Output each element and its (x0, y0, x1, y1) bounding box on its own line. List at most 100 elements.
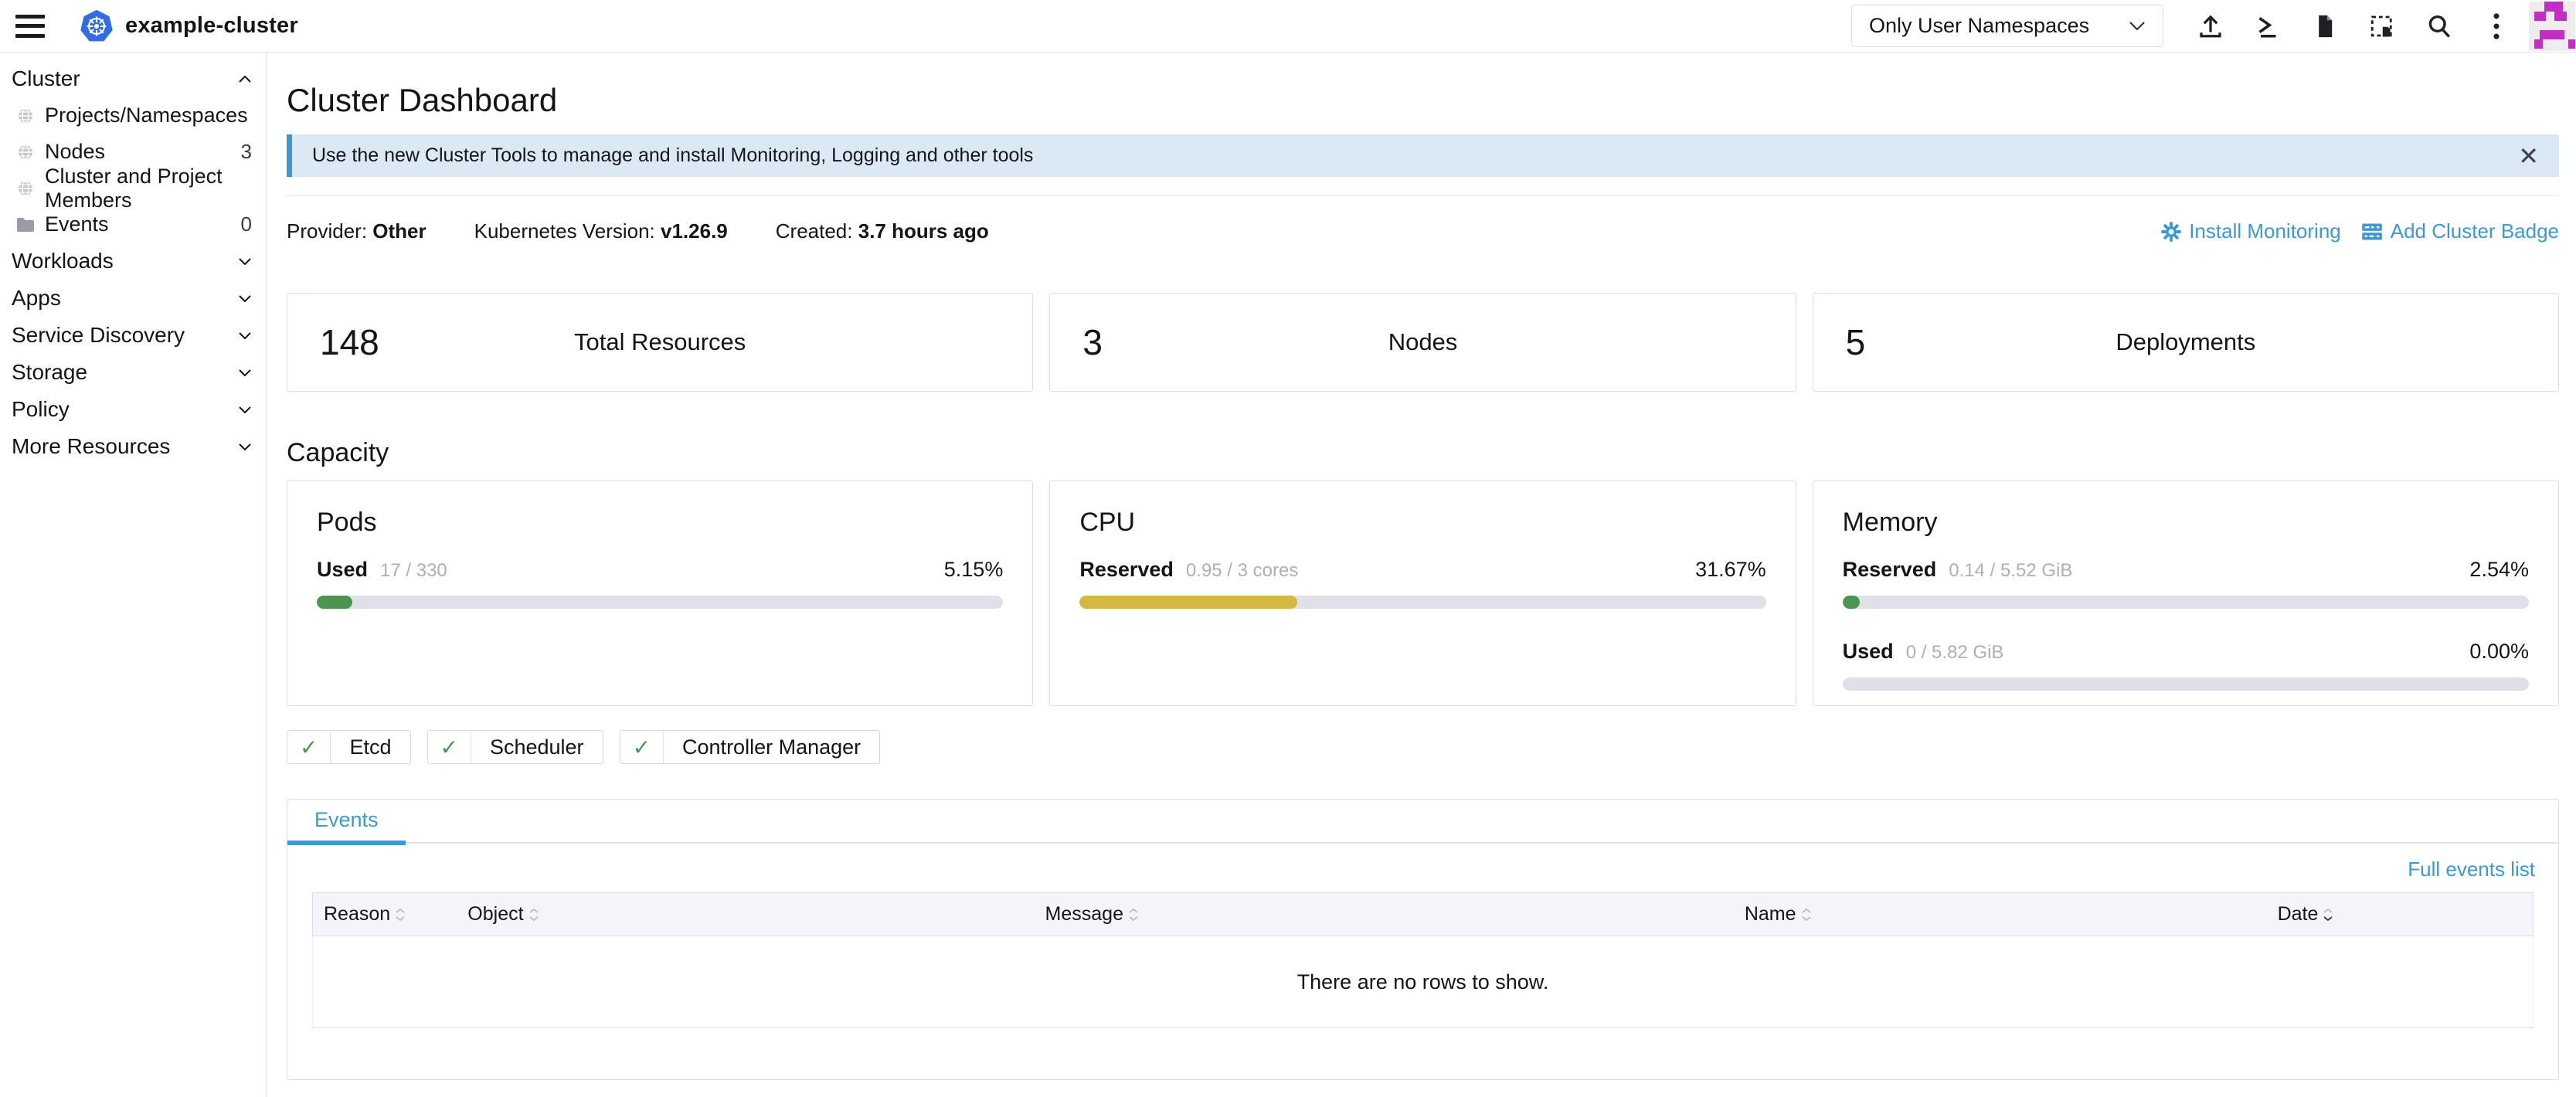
download-kubeconfig-button[interactable] (2296, 0, 2353, 53)
copy-to-clipboard-icon (2368, 12, 2396, 40)
sidebar-group-label: Policy (12, 397, 70, 422)
progress-bar (317, 596, 1003, 609)
sidebar-group-workloads[interactable]: Workloads (0, 243, 266, 280)
close-icon[interactable]: ✕ (2518, 144, 2539, 168)
column-header-reason[interactable]: Reason (313, 893, 457, 936)
check-icon: ✓ (287, 731, 331, 763)
events-table: Reason Object Message Name Date There ar… (312, 892, 2534, 1028)
sort-carets-icon-active-desc (2323, 908, 2333, 922)
kubectl-shell-button[interactable] (2239, 0, 2296, 53)
tab-events[interactable]: Events (287, 800, 406, 845)
chevron-down-icon (238, 257, 252, 266)
copy-kubeconfig-button[interactable] (2353, 0, 2411, 53)
stat-card-total-resources: 148 Total Resources (287, 293, 1033, 392)
search-button[interactable] (2411, 0, 2468, 53)
sidebar-group-apps[interactable]: Apps (0, 280, 266, 317)
chevron-down-icon (238, 368, 252, 377)
column-header-message[interactable]: Message (1035, 893, 1734, 936)
component-status-scheduler: ✓ Scheduler (427, 730, 603, 764)
capacity-card-cpu: CPU Reserved 0.95 / 3 cores 31.67% (1049, 481, 1796, 706)
overflow-menu-button[interactable] (2468, 0, 2525, 53)
file-icon (2312, 12, 2338, 40)
sidebar: Cluster Projects/Namespaces Nodes 3 Clus… (0, 53, 267, 1097)
sidebar-item-label: Projects/Namespaces (45, 104, 248, 127)
sidebar-group-label: Apps (12, 286, 61, 311)
sort-carets-icon (1128, 908, 1139, 922)
add-cluster-badge-label: Add Cluster Badge (2391, 219, 2559, 243)
stat-label: Deployments (1813, 328, 2558, 356)
progress-fill (317, 596, 352, 609)
namespace-filter-value: Only User Namespaces (1869, 14, 2089, 38)
capacity-card-pods: Pods Used 17 / 330 5.15% (287, 481, 1033, 706)
cluster-name-title: example-cluster (125, 13, 298, 39)
globe-icon (16, 179, 35, 198)
capacity-card-title: CPU (1079, 508, 1765, 538)
chevron-up-icon (238, 75, 252, 83)
sort-carets-icon (528, 908, 539, 922)
import-yaml-button[interactable] (2182, 0, 2239, 53)
sidebar-group-policy[interactable]: Policy (0, 391, 266, 428)
glance-kubernetes-version: Kubernetes Version: v1.26.9 (474, 219, 728, 243)
sidebar-item-count: 0 (241, 212, 252, 236)
stat-label: Total Resources (287, 328, 1032, 356)
events-empty-row: There are no rows to show. (313, 936, 2534, 1028)
install-monitoring-link[interactable]: Install Monitoring (2161, 219, 2341, 243)
chevron-down-icon (238, 331, 252, 340)
no-rows-message: There are no rows to show. (313, 936, 2534, 1028)
folder-icon (16, 217, 35, 233)
events-panel: Events Full events list Reason Object Me… (287, 799, 2559, 1080)
events-table-header-row: Reason Object Message Name Date (313, 893, 2534, 936)
column-header-name[interactable]: Name (1734, 893, 2267, 936)
sidebar-group-cluster[interactable]: Cluster (0, 60, 266, 97)
page-title: Cluster Dashboard (287, 82, 2559, 119)
capacity-section-title: Capacity (287, 438, 2559, 468)
column-header-date[interactable]: Date (2267, 893, 2534, 936)
chevron-down-icon (238, 294, 252, 303)
top-nav-header: example-cluster Only User Namespaces (0, 0, 2576, 53)
memory-reserved-gauge: Reserved 0.14 / 5.52 GiB 2.54% (1843, 558, 2529, 609)
cpu-reserved-gauge: Reserved 0.95 / 3 cores 31.67% (1079, 558, 1765, 609)
check-icon: ✓ (428, 731, 471, 763)
sidebar-item-label: Cluster and Project Members (45, 165, 252, 212)
upload-icon (2197, 12, 2224, 40)
chevron-down-icon (2129, 21, 2146, 31)
column-header-object[interactable]: Object (457, 893, 1034, 936)
sidebar-item-cluster-and-project-members[interactable]: Cluster and Project Members (0, 170, 266, 206)
sidebar-group-label: Cluster (12, 66, 80, 91)
full-events-list-link[interactable]: Full events list (2408, 858, 2535, 881)
stat-card-nodes: 3 Nodes (1049, 293, 1796, 392)
main-content: Cluster Dashboard Use the new Cluster To… (267, 53, 2576, 1097)
add-cluster-badge-link[interactable]: Add Cluster Badge (2361, 219, 2559, 243)
component-status-etcd: ✓ Etcd (287, 730, 411, 764)
memory-used-gauge: Used 0 / 5.82 GiB 0.00% (1843, 640, 2529, 691)
divider (287, 195, 2559, 196)
progress-bar (1079, 596, 1765, 609)
capacity-card-memory: Memory Reserved 0.14 / 5.52 GiB 2.54% Us… (1813, 481, 2559, 706)
user-avatar[interactable] (2528, 2, 2576, 51)
sidebar-group-storage[interactable]: Storage (0, 354, 266, 391)
sort-carets-icon (395, 908, 406, 922)
sidebar-item-label: Events (45, 212, 109, 236)
check-icon: ✓ (620, 731, 664, 763)
search-icon (2425, 12, 2453, 40)
stat-cards-row: 148 Total Resources 3 Nodes 5 Deployment… (287, 293, 2559, 392)
sidebar-group-more-resources[interactable]: More Resources (0, 428, 266, 465)
progress-bar (1843, 678, 2529, 691)
sidebar-group-service-discovery[interactable]: Service Discovery (0, 317, 266, 354)
progress-fill (1079, 596, 1296, 609)
capacity-card-title: Pods (317, 508, 1003, 538)
glance-provider: Provider: Other (287, 219, 427, 243)
globe-icon (16, 107, 35, 125)
sidebar-item-projects-namespaces[interactable]: Projects/Namespaces (0, 97, 266, 134)
chevron-down-icon (238, 443, 252, 451)
sidebar-group-label: Service Discovery (12, 323, 185, 348)
hamburger-menu-icon[interactable] (15, 15, 45, 38)
capacity-cards-row: Pods Used 17 / 330 5.15% CPU Reserved 0.… (287, 481, 2559, 706)
stat-card-deployments: 5 Deployments (1813, 293, 2559, 392)
chevron-down-icon (238, 406, 252, 414)
stat-label: Nodes (1050, 328, 1795, 356)
namespace-filter-select[interactable]: Only User Namespaces (1851, 5, 2163, 47)
sort-carets-icon (1801, 908, 1812, 922)
cluster-tools-banner: Use the new Cluster Tools to manage and … (287, 134, 2559, 177)
pods-used-gauge: Used 17 / 330 5.15% (317, 558, 1003, 609)
